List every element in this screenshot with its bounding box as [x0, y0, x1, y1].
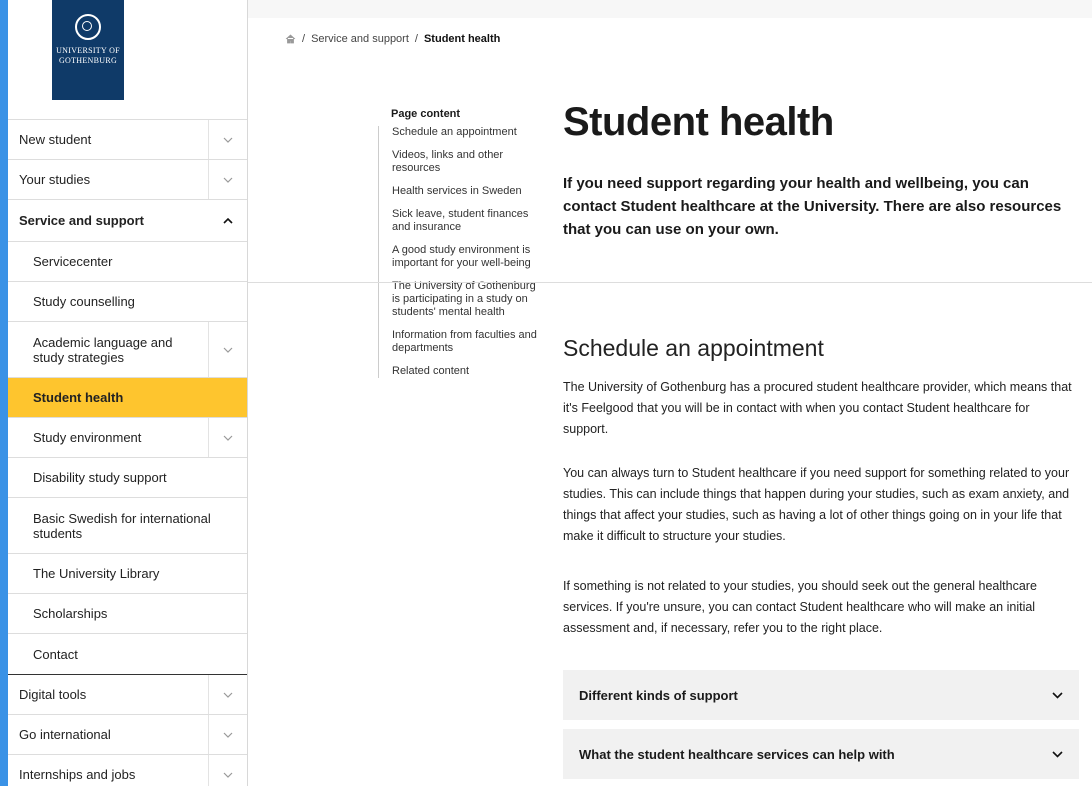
sidebar-item-service-and-support[interactable]: Service and support: [8, 200, 247, 242]
chevron-down-icon[interactable]: [208, 715, 247, 754]
sidebar-item-new-student[interactable]: New student: [8, 120, 247, 160]
accordion-what-healthcare-can-help-with[interactable]: What the student healthcare services can…: [563, 729, 1079, 779]
sidebar-group-service-and-support: Service and support Servicecenter Study …: [8, 200, 247, 675]
chevron-up-icon[interactable]: [209, 200, 247, 241]
sidebar-item-label: Servicecenter: [33, 254, 113, 269]
sidebar-item-disability-support[interactable]: Disability study support: [8, 458, 247, 498]
university-logo[interactable]: UNIVERSITY OF GOTHENBURG: [52, 0, 124, 100]
breadcrumb-separator: /: [414, 33, 418, 45]
seal-icon: [75, 14, 101, 40]
accordion-title: What the student healthcare services can…: [579, 746, 895, 762]
toc-link[interactable]: Health services in Sweden: [392, 185, 542, 198]
sidebar-item-digital-tools[interactable]: Digital tools: [8, 675, 247, 715]
sidebar-item-label: Go international: [19, 727, 111, 742]
sidebar-item-study-counselling[interactable]: Study counselling: [8, 282, 247, 322]
top-bar: [248, 0, 1092, 18]
home-icon[interactable]: [285, 34, 296, 44]
sidebar-item-label: Scholarships: [33, 606, 108, 621]
sidebar-item-label: The University Library: [33, 566, 160, 581]
sidebar-item-label: Internships and jobs: [19, 767, 136, 782]
sidebar-item-your-studies[interactable]: Your studies: [8, 160, 247, 200]
logo-text-line1: UNIVERSITY OF: [56, 46, 120, 55]
toc-link[interactable]: The University of Gothenburg is particip…: [392, 280, 542, 319]
accordion-title: Different kinds of support: [579, 687, 738, 703]
sidebar-item-label: Study environment: [33, 430, 142, 445]
breadcrumb-link-service-and-support[interactable]: Service and support: [311, 33, 409, 45]
sidebar-item-scholarships[interactable]: Scholarships: [8, 594, 247, 634]
chevron-down-icon[interactable]: [208, 755, 247, 786]
chevron-down-icon[interactable]: [208, 160, 247, 199]
sidebar-item-label: Student health: [33, 390, 124, 405]
sidebar-item-servicecenter[interactable]: Servicecenter: [8, 242, 247, 282]
breadcrumb: / Service and support / Student health: [285, 33, 500, 45]
logo-text-line2: GOTHENBURG: [58, 56, 118, 65]
sidebar-item-label: Digital tools: [19, 687, 87, 702]
sidebar-item-internships-jobs[interactable]: Internships and jobs: [8, 755, 247, 786]
accordion-different-kinds-of-support[interactable]: Different kinds of support: [563, 670, 1079, 720]
page-content-toc: Page content Schedule an appointment Vid…: [378, 108, 542, 388]
browser-page: UNIVERSITY OF GOTHENBURG New student You…: [0, 0, 1092, 786]
sidebar-item-university-library[interactable]: The University Library: [8, 554, 247, 594]
page-title: Student health: [563, 100, 834, 144]
sidebar-item-label: Service and support: [19, 213, 144, 228]
sidebar-item-label: Academic language and study strategies: [33, 334, 173, 365]
sidebar-item-label: Your studies: [19, 172, 91, 187]
toc-link[interactable]: Sick leave, student finances and insuran…: [392, 208, 542, 234]
sidebar-item-label: Study counselling: [33, 294, 135, 309]
breadcrumb-separator: /: [302, 33, 306, 45]
breadcrumb-current: Student health: [423, 33, 501, 45]
sidebar-item-label: Contact: [33, 646, 78, 662]
sidebar-item-label: Disability study support: [33, 470, 167, 485]
paragraph: The University of Gothenburg has a procu…: [563, 380, 1072, 436]
chevron-down-icon: [1052, 691, 1063, 699]
sidebar: UNIVERSITY OF GOTHENBURG New student You…: [8, 0, 248, 786]
page-intro: If you need support regarding your healt…: [563, 175, 1062, 238]
sidebar-item-academic-language[interactable]: Academic language and study strategies: [8, 322, 247, 378]
chevron-down-icon[interactable]: [208, 675, 247, 714]
toc-link[interactable]: Information from faculties and departmen…: [392, 329, 542, 355]
toc-list: Schedule an appointment Videos, links an…: [378, 126, 542, 378]
sidebar-item-basic-swedish[interactable]: Basic Swedish for international students: [8, 498, 247, 554]
toc-link[interactable]: Videos, links and other resources: [392, 149, 542, 175]
chevron-down-icon[interactable]: [208, 120, 247, 159]
chevron-down-icon[interactable]: [208, 418, 247, 457]
sidebar-item-go-international[interactable]: Go international: [8, 715, 247, 755]
chevron-down-icon[interactable]: [208, 322, 247, 377]
window-edge: [0, 0, 8, 786]
toc-link[interactable]: A good study environment is important fo…: [392, 244, 542, 270]
sidebar-item-label: New student: [19, 132, 92, 147]
sidebar-item-student-health[interactable]: Student health: [8, 378, 247, 418]
divider: [248, 282, 1092, 283]
toc-link[interactable]: Schedule an appointment: [392, 126, 542, 139]
chevron-down-icon: [1052, 750, 1063, 758]
logo-area: UNIVERSITY OF GOTHENBURG: [8, 0, 247, 120]
section-title: Schedule an appointment: [563, 335, 824, 361]
paragraph: You can always turn to Student healthcar…: [563, 466, 1070, 543]
toc-link[interactable]: Related content: [392, 365, 542, 378]
toc-heading: Page content: [391, 108, 461, 120]
sidebar-item-label: Basic Swedish for international students: [33, 510, 211, 541]
sidebar-item-study-environment[interactable]: Study environment: [8, 418, 247, 458]
paragraph: If something is not related to your stud…: [563, 579, 1037, 635]
sidebar-item-contact[interactable]: Contact: [8, 634, 247, 674]
